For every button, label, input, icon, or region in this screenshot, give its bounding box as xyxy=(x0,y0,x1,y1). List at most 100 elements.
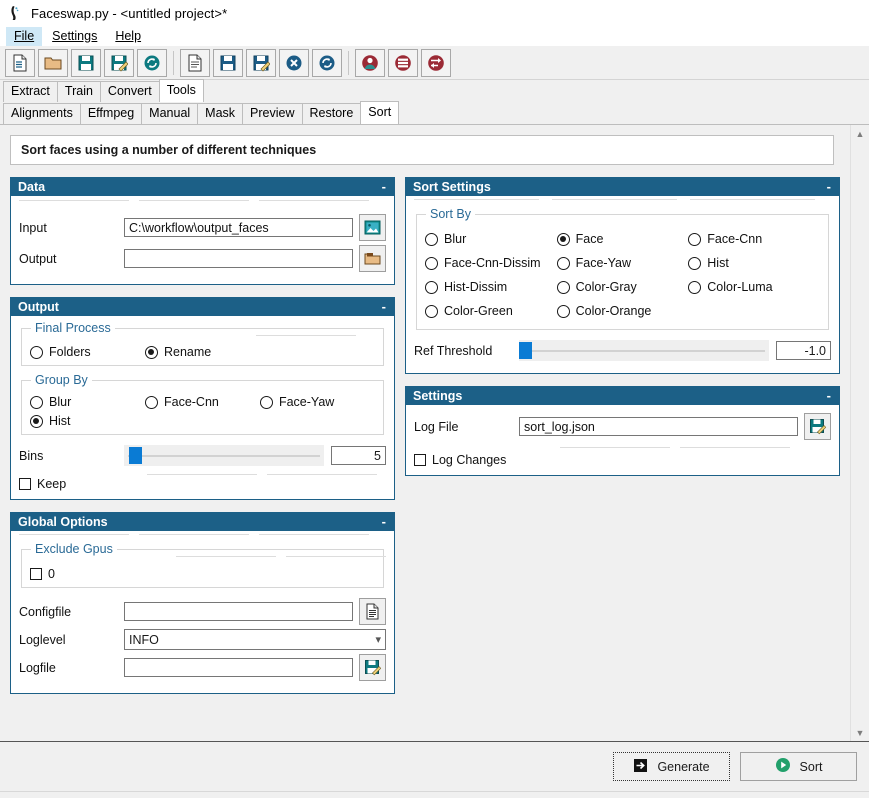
menu-help[interactable]: Help xyxy=(107,27,149,46)
radio-sort-hist-dissim-circle-icon xyxy=(425,280,438,294)
loglevel-value: INFO xyxy=(129,632,159,647)
sort-button-label: Sort xyxy=(799,759,823,774)
sort-by-colorluma-cell: Color-Luma xyxy=(688,275,820,299)
menu-file[interactable]: File xyxy=(6,26,43,46)
panel-global-options-collapse-icon[interactable]: - xyxy=(382,515,386,528)
bins-value-field[interactable]: 5 xyxy=(331,446,386,465)
loglevel-select[interactable]: INFO ▾ xyxy=(124,629,386,650)
main-toolbar xyxy=(0,46,869,80)
sort-button[interactable]: Sort xyxy=(740,752,857,781)
panel-settings-collapse-icon[interactable]: - xyxy=(827,389,831,402)
panel-global-options-header[interactable]: Global Options - xyxy=(11,513,394,531)
clear-task-icon[interactable] xyxy=(279,48,309,77)
menu-settings[interactable]: Settings xyxy=(44,27,105,46)
panel-settings-header[interactable]: Settings - xyxy=(406,387,839,405)
radio-sort-face-circle-icon xyxy=(556,232,570,246)
panel-output-collapse-icon[interactable]: - xyxy=(382,300,386,313)
radio-group-blur-label: Blur xyxy=(49,395,72,409)
tab-restore[interactable]: Restore xyxy=(301,103,362,124)
keep-label: Keep xyxy=(37,477,67,491)
reload-task-icon[interactable] xyxy=(312,48,342,77)
checkbox-keep[interactable]: Keep xyxy=(19,477,386,491)
final-process-option-rename-cell: Rename xyxy=(144,345,260,359)
radio-group-hist[interactable]: Hist xyxy=(30,414,145,428)
extract-tool-icon[interactable] xyxy=(355,48,385,77)
save-project-icon[interactable] xyxy=(71,48,101,77)
radio-sort-face-yaw[interactable]: Face-Yaw xyxy=(556,256,689,270)
tab-mask[interactable]: Mask xyxy=(197,103,244,124)
open-project-icon[interactable] xyxy=(38,48,68,77)
log-file-field[interactable]: sort_log.json xyxy=(519,417,798,436)
bins-slider-thumb[interactable] xyxy=(129,447,142,464)
radio-sort-face-cnn-dissim[interactable]: Face-Cnn-Dissim xyxy=(425,256,557,270)
radio-sort-color-gray[interactable]: Color-Gray xyxy=(556,280,689,294)
ref-threshold-slider[interactable] xyxy=(519,340,769,361)
tab-sort[interactable]: Sort xyxy=(360,101,400,124)
panel-sort-settings-header[interactable]: Sort Settings - xyxy=(406,178,839,196)
radio-sort-face[interactable]: Face xyxy=(556,232,689,246)
train-tool-icon[interactable] xyxy=(388,48,418,77)
file-browse-icon[interactable] xyxy=(359,598,386,625)
checkbox-gpu-0[interactable]: 0 xyxy=(30,567,375,581)
logfile-field[interactable] xyxy=(124,658,353,677)
radio-rename[interactable]: Rename xyxy=(144,345,260,359)
tab-train[interactable]: Train xyxy=(56,81,101,102)
arrow-into-box-icon xyxy=(633,758,648,776)
bins-slider[interactable] xyxy=(124,445,324,466)
convert-tool-icon[interactable] xyxy=(421,48,451,77)
tab-alignments[interactable]: Alignments xyxy=(3,103,81,124)
ref-threshold-slider-thumb[interactable] xyxy=(519,342,532,359)
scroll-up-arrow-icon[interactable]: ▲ xyxy=(851,125,869,142)
main-content: Sort faces using a number of different t… xyxy=(0,125,869,741)
radio-group-blur[interactable]: Blur xyxy=(30,395,145,409)
log-file-label: Log File xyxy=(414,419,459,434)
configfile-label: Configfile xyxy=(19,604,72,619)
fieldset-exclude-gpus: Exclude Gpus 0 xyxy=(21,542,386,588)
radio-sort-color-green[interactable]: Color-Green xyxy=(425,304,557,318)
panel-output-header[interactable]: Output - xyxy=(11,298,394,316)
panel-settings-title: Settings xyxy=(413,389,463,403)
radio-folders[interactable]: Folders xyxy=(30,345,145,359)
radio-group-face-yaw[interactable]: Face-Yaw xyxy=(259,395,375,409)
scroll-down-arrow-icon[interactable]: ▼ xyxy=(851,724,869,741)
reload-project-icon[interactable] xyxy=(137,48,167,77)
vertical-scrollbar[interactable]: ▲ ▼ xyxy=(850,125,869,741)
group-by-options-row1: Blur Face-Cnn Face-Yaw xyxy=(30,395,375,409)
tab-manual[interactable]: Manual xyxy=(141,103,199,124)
menu-help-label: Help xyxy=(115,28,142,43)
tab-tools[interactable]: Tools xyxy=(158,79,204,102)
image-browse-icon[interactable] xyxy=(359,214,386,241)
radio-sort-hist-dissim[interactable]: Hist-Dissim xyxy=(425,280,557,294)
tab-convert[interactable]: Convert xyxy=(99,81,160,102)
radio-group-face-cnn[interactable]: Face-Cnn xyxy=(144,395,260,409)
save-project-as-icon[interactable] xyxy=(104,48,134,77)
radio-sort-hist[interactable]: Hist xyxy=(688,256,820,270)
new-project-icon[interactable] xyxy=(5,48,35,77)
sort-by-legend: Sort By xyxy=(426,207,475,221)
chevron-down-icon[interactable]: ▾ xyxy=(375,633,381,646)
input-field[interactable]: C:\workflow\output_faces xyxy=(124,218,353,237)
save-task-as-icon[interactable] xyxy=(246,48,276,77)
tab-extract[interactable]: Extract xyxy=(3,81,58,102)
tab-preview[interactable]: Preview xyxy=(242,103,303,124)
radio-sort-color-luma[interactable]: Color-Luma xyxy=(688,280,820,294)
panel-data-header[interactable]: Data - xyxy=(11,178,394,196)
tab-effmpeg[interactable]: Effmpeg xyxy=(79,103,143,124)
panel-sort-settings-collapse-icon[interactable]: - xyxy=(827,180,831,193)
configfile-field[interactable] xyxy=(124,602,353,621)
radio-sort-face-cnn[interactable]: Face-Cnn xyxy=(688,232,820,246)
panel-data-collapse-icon[interactable]: - xyxy=(382,180,386,193)
group-by-hist-cell: Hist xyxy=(30,414,145,428)
log-file-save-icon[interactable] xyxy=(804,413,831,440)
log-changes-divider xyxy=(422,447,839,448)
save-task-icon[interactable] xyxy=(213,48,243,77)
ref-threshold-value-field[interactable]: -1.0 xyxy=(776,341,831,360)
radio-sort-blur[interactable]: Blur xyxy=(425,232,557,246)
output-field[interactable] xyxy=(124,249,353,268)
save-file-icon[interactable] xyxy=(359,654,386,681)
generate-button[interactable]: Generate xyxy=(613,752,730,781)
folder-browse-icon[interactable] xyxy=(359,245,386,272)
radio-sort-color-orange[interactable]: Color-Orange xyxy=(556,304,689,318)
new-task-icon[interactable] xyxy=(180,48,210,77)
checkbox-log-changes[interactable]: Log Changes xyxy=(414,453,831,467)
